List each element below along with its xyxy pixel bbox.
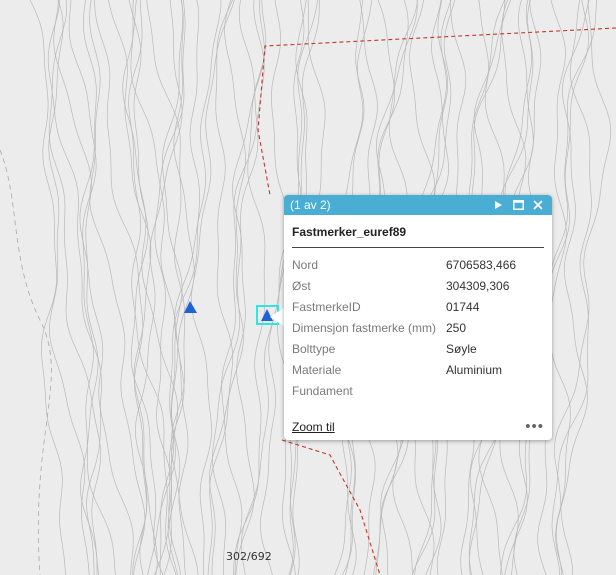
attribute-value: 01744 (446, 299, 480, 314)
zoom-to-link[interactable]: Zoom til (292, 420, 335, 434)
close-icon[interactable] (530, 197, 546, 213)
attribute-key: Materiale (292, 362, 342, 377)
attribute-key: Øst (292, 278, 311, 293)
attribute-value: 250 (446, 320, 467, 335)
popup-header: (1 av 2) (284, 195, 552, 215)
attribute-row: Dimensjon fastmerke (mm) 250 (292, 317, 544, 338)
attribute-row: Nord 6706583,466 (292, 254, 544, 275)
attribute-key: Bolttype (292, 341, 336, 356)
popup-footer: Zoom til ••• (292, 419, 544, 434)
attribute-row: Fundament (292, 380, 544, 401)
feature-popup: (1 av 2) Fastmerker_euref89 Nord 6706583… (284, 195, 552, 440)
attribute-value: 304309,306 (446, 278, 510, 293)
attribute-key: Dimensjon fastmerke (mm) (292, 320, 437, 335)
maximize-icon[interactable] (510, 197, 526, 213)
attribute-table: Nord 6706583,466 Øst 304309,306 Fastmerk… (292, 254, 544, 401)
next-icon[interactable] (490, 197, 506, 213)
attribute-row: Bolttype Søyle (292, 338, 544, 359)
attribute-value: Aluminium (446, 362, 503, 377)
attribute-key: FastmerkeID (292, 299, 361, 314)
popup-pointer (270, 307, 285, 327)
attribute-row: FastmerkeID 01744 (292, 296, 544, 317)
more-icon[interactable]: ••• (525, 419, 544, 434)
attribute-value: Søyle (446, 341, 477, 356)
attribute-row: Materiale Aluminium (292, 359, 544, 380)
attribute-row: Øst 304309,306 (292, 275, 544, 296)
attribute-key: Nord (292, 257, 319, 272)
popup-count: (1 av 2) (290, 198, 331, 212)
popup-title: Fastmerker_euref89 (292, 225, 544, 248)
map-label: 302/692 (226, 550, 272, 563)
attribute-value: 6706583,466 (446, 257, 517, 272)
attribute-key: Fundament (292, 383, 353, 398)
